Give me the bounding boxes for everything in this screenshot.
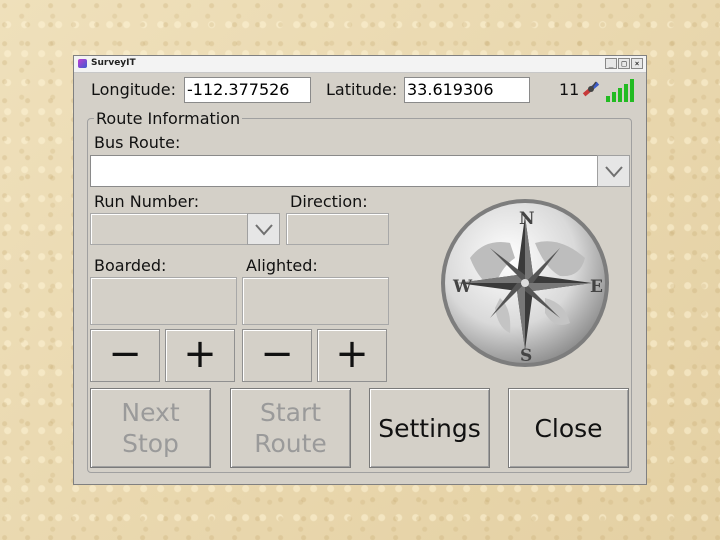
surveyit-window: SurveyIT _ □ × Longitude: -112.377526 La… (73, 55, 647, 485)
settings-button[interactable]: Settings (369, 388, 490, 468)
latitude-label: Latitude: (326, 80, 398, 99)
chevron-down-icon (604, 166, 623, 178)
compass-north-label: N (519, 209, 535, 229)
boarded-minus-button[interactable]: − (90, 329, 160, 382)
window-title: SurveyIT (91, 58, 136, 68)
alighted-label: Alighted: (246, 256, 318, 275)
signal-strength-icon (606, 78, 636, 102)
run-number-field[interactable] (90, 213, 249, 245)
app-icon (78, 59, 87, 68)
close-button[interactable]: Close (508, 388, 629, 468)
settings-label: Settings (378, 413, 481, 443)
bus-route-label: Bus Route: (94, 133, 181, 152)
chevron-down-icon (254, 224, 273, 236)
close-window-button[interactable]: × (631, 58, 643, 69)
boarded-plus-button[interactable]: + (165, 329, 235, 382)
longitude-label: Longitude: (91, 80, 176, 99)
route-information-title: Route Information (94, 109, 243, 128)
run-number-label: Run Number: (94, 192, 200, 211)
compass-west-label: W (453, 277, 473, 297)
alighted-field[interactable] (242, 277, 389, 325)
title-bar: SurveyIT _ □ × (74, 56, 646, 73)
start-route-button[interactable]: Start Route (230, 388, 351, 468)
latitude-field[interactable]: 33.619306 (404, 77, 530, 103)
next-stop-label: Next Stop (121, 398, 180, 458)
direction-label: Direction: (290, 192, 368, 211)
bus-route-field[interactable] (90, 155, 599, 187)
next-stop-button[interactable]: Next Stop (90, 388, 211, 468)
compass-south-label: S (520, 346, 533, 366)
boarded-field[interactable] (90, 277, 237, 325)
bus-route-dropdown-button[interactable] (597, 155, 630, 187)
maximize-button[interactable]: □ (618, 58, 630, 69)
start-route-label: Start Route (254, 398, 327, 458)
satellite-count: 11 (559, 80, 580, 99)
boarded-label: Boarded: (94, 256, 167, 275)
run-number-dropdown-button[interactable] (247, 213, 280, 245)
close-label: Close (534, 413, 603, 443)
longitude-field[interactable]: -112.377526 (184, 77, 311, 103)
direction-field[interactable] (286, 213, 389, 245)
compass-east-label: E (590, 277, 603, 297)
satellite-icon (580, 78, 602, 104)
alighted-plus-button[interactable]: + (317, 329, 387, 382)
alighted-minus-button[interactable]: − (242, 329, 312, 382)
minimize-button[interactable]: _ (605, 58, 617, 69)
